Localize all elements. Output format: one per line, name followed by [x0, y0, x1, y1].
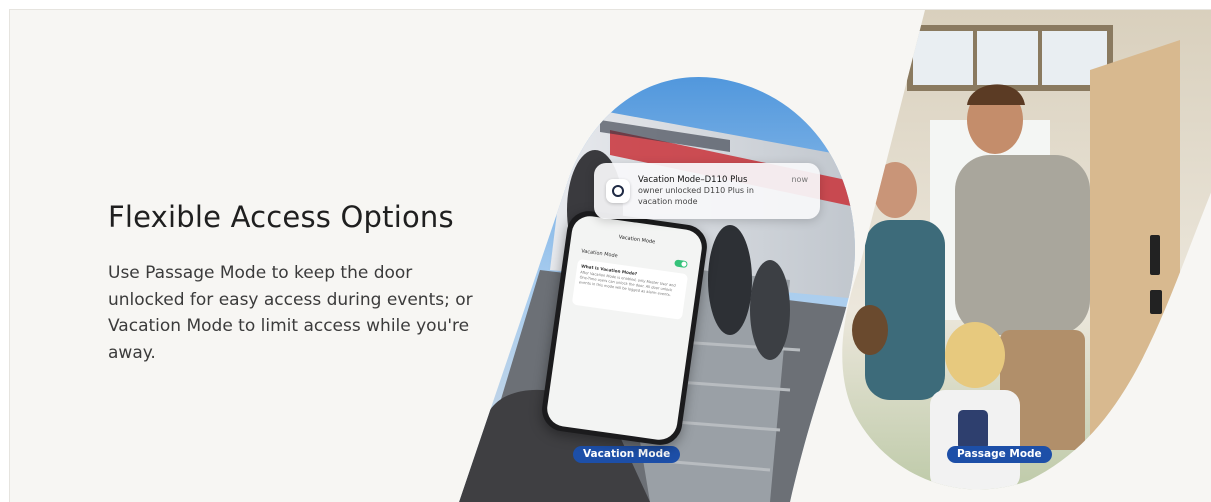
info-card: What is Vacation Mode? After Vacation Mo… [571, 258, 689, 320]
vacation-mode-badge: Vacation Mode [573, 446, 681, 463]
lock-app-icon [606, 179, 630, 203]
notification-title: Vacation Mode–D110 Plus [638, 175, 748, 185]
notification-time: now [791, 175, 808, 184]
phone-screen: Vacation Mode Vacation Mode What is Vaca… [544, 213, 705, 443]
vacation-toggle-label: Vacation Mode [580, 248, 619, 260]
screen-title: Vacation Mode [618, 234, 656, 246]
vacation-mode-toggle[interactable] [674, 259, 688, 269]
passage-mode-badge: Passage Mode [947, 446, 1052, 463]
feature-panel: Flexible Access Options Use Passage Mode… [9, 9, 1211, 502]
passage-photo [842, 10, 1211, 490]
notification-body: owner unlocked D110 Plus in vacation mod… [638, 186, 754, 206]
push-notification[interactable]: Vacation Mode–D110 Plus now owner unlock… [594, 163, 820, 219]
